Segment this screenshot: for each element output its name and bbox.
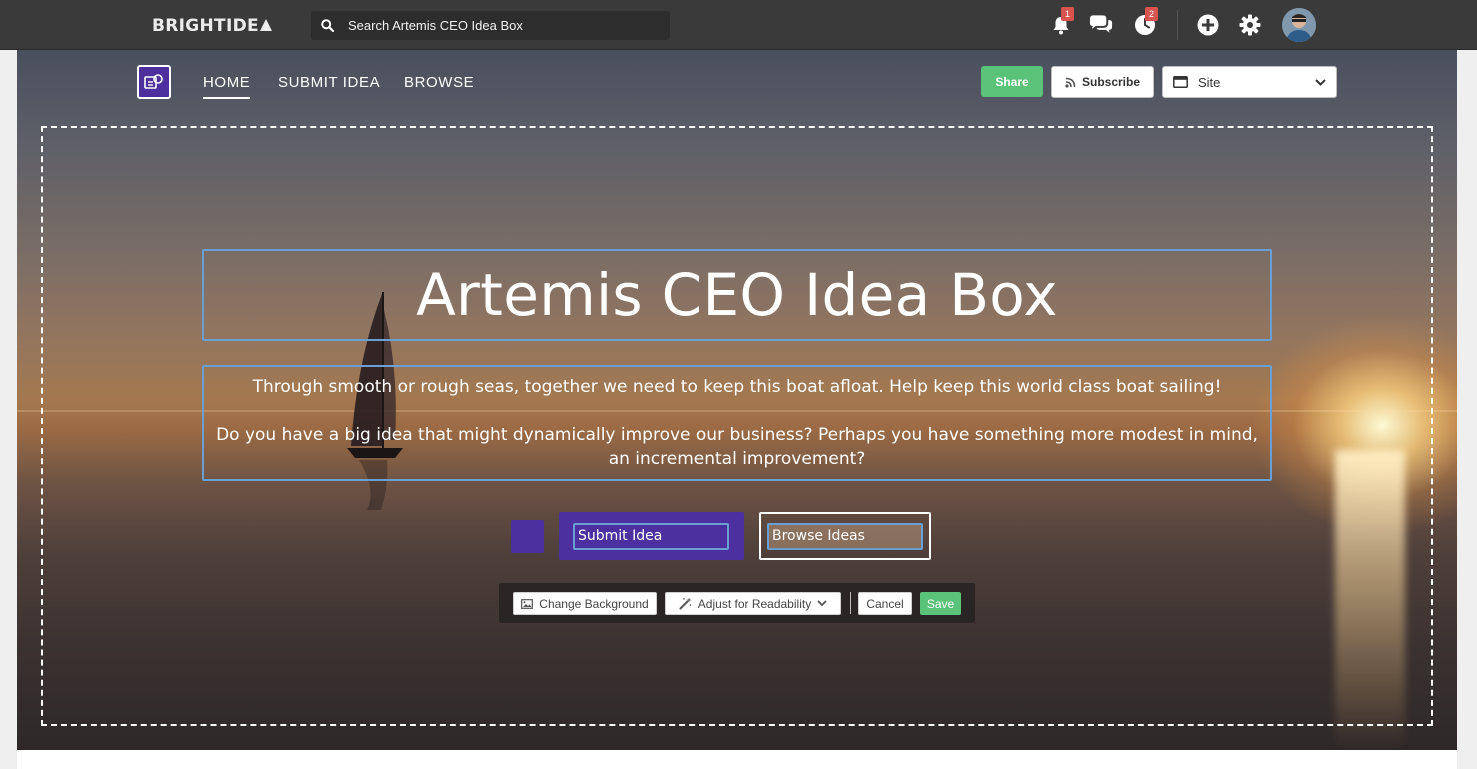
top-app-bar: BRIGHTIDE 1 2 <box>0 0 1477 50</box>
settings-button[interactable] <box>1237 12 1263 38</box>
chat-icon <box>1089 15 1113 33</box>
search-icon <box>321 19 334 32</box>
button-color-picker[interactable] <box>511 520 544 553</box>
chevron-down-icon <box>1315 78 1326 86</box>
hero-description-line-2: Do you have a big idea that might dynami… <box>216 425 1258 469</box>
site-view-select[interactable]: Site <box>1162 66 1337 98</box>
subscribe-label: Subscribe <box>1081 75 1141 89</box>
site-logo[interactable] <box>137 65 171 99</box>
submit-idea-button[interactable]: Submit Idea <box>559 512 744 560</box>
global-search[interactable] <box>311 11 670 40</box>
logo-text: BRIGHTIDE <box>152 16 259 36</box>
page-content-area <box>17 750 1457 769</box>
adjust-readability-dropdown[interactable]: Adjust for Readability <box>665 592 841 615</box>
change-background-label: Change Background <box>539 596 649 611</box>
rss-icon <box>1065 77 1076 88</box>
nav-submit-idea[interactable]: SUBMIT IDEA <box>278 74 380 91</box>
subscribe-button[interactable]: Subscribe <box>1051 66 1154 98</box>
browse-ideas-label-editor[interactable]: Browse Ideas <box>767 523 923 550</box>
share-button[interactable]: Share <box>981 66 1043 97</box>
topbar-divider <box>1177 10 1178 40</box>
chevron-down-icon <box>817 600 827 607</box>
notifications-badge: 1 <box>1061 7 1074 21</box>
plus-circle-icon <box>1197 14 1219 36</box>
hero-description-editor[interactable]: Through smooth or rough seas, together w… <box>202 365 1272 481</box>
notifications-button[interactable]: 1 <box>1048 7 1074 38</box>
activity-badge: 2 <box>1145 7 1158 21</box>
change-background-button[interactable]: Change Background <box>513 592 657 615</box>
image-icon <box>521 598 534 609</box>
window-icon <box>1173 76 1188 88</box>
toolbar-divider <box>850 592 851 614</box>
nav-home[interactable]: HOME <box>203 74 251 99</box>
hero-title-editor[interactable]: Artemis CEO Idea Box <box>202 249 1272 341</box>
search-input[interactable] <box>348 18 648 33</box>
create-button[interactable] <box>1195 12 1221 38</box>
hero-description-line-1: Through smooth or rough seas, together w… <box>252 377 1222 397</box>
activity-button[interactable]: 2 <box>1132 7 1158 38</box>
magic-wand-icon <box>679 597 692 610</box>
hero-title: Artemis CEO Idea Box <box>416 261 1058 329</box>
hero-banner: HOME SUBMIT IDEA BROWSE Share Subscribe … <box>17 50 1457 750</box>
submit-idea-label-editor[interactable]: Submit Idea <box>573 523 729 550</box>
adjust-readability-label: Adjust for Readability <box>697 596 812 611</box>
avatar-portrait-icon <box>1282 8 1316 42</box>
user-avatar[interactable] <box>1282 8 1316 42</box>
messages-button[interactable] <box>1088 12 1114 38</box>
cancel-button[interactable]: Cancel <box>858 592 912 615</box>
gear-icon <box>1239 14 1261 36</box>
brightidea-logo[interactable]: BRIGHTIDE <box>152 15 272 37</box>
idea-box-icon <box>144 74 163 89</box>
browse-ideas-button[interactable]: Browse Ideas <box>759 512 931 560</box>
logo-triangle-icon <box>259 19 272 31</box>
save-button[interactable]: Save <box>920 592 961 615</box>
site-select-value: Site <box>1198 74 1221 90</box>
nav-browse[interactable]: BROWSE <box>404 74 474 91</box>
hero-edit-toolbar: Change Background Adjust for Readability… <box>499 583 975 623</box>
